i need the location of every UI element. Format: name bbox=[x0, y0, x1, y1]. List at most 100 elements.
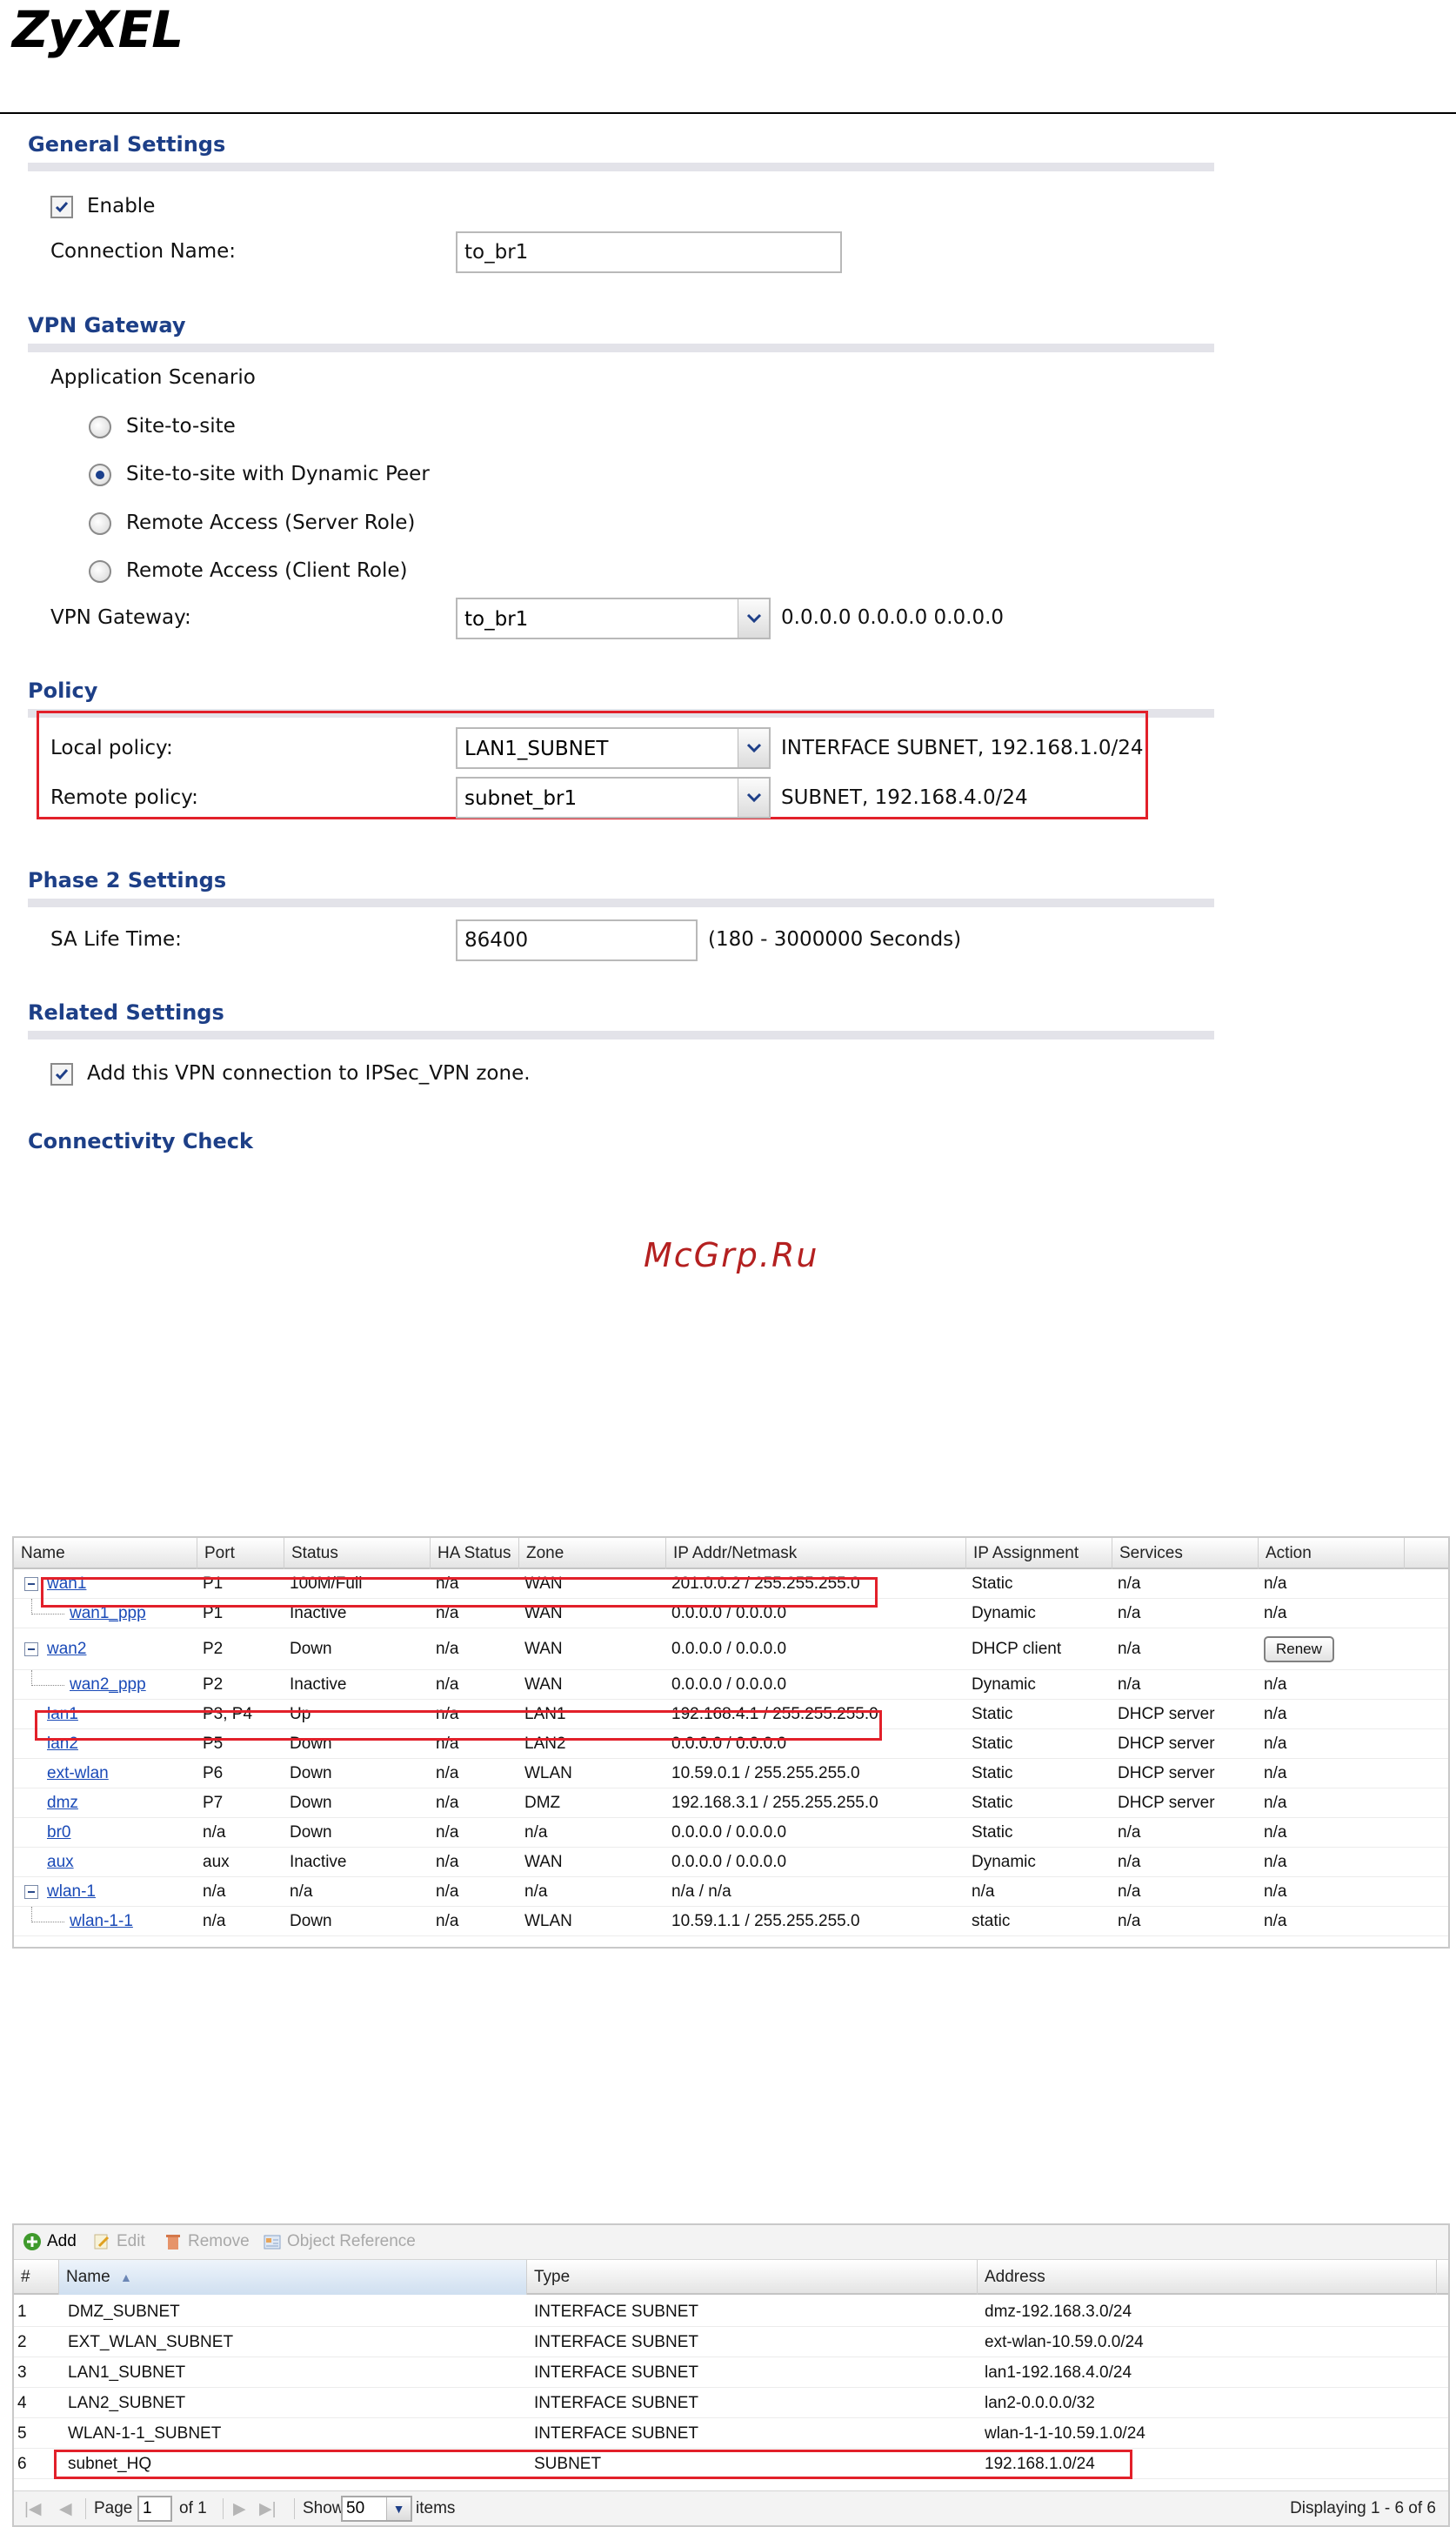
interface-table-header: Name Port Status HA Status Zone IP Addr/… bbox=[14, 1538, 1448, 1569]
collapse-icon[interactable] bbox=[24, 1885, 38, 1899]
object-toolbar: Add Edit Remove Object Reference bbox=[14, 2225, 1448, 2260]
next-page-icon[interactable]: ▶ bbox=[233, 2499, 246, 2519]
col-number[interactable]: # bbox=[14, 2260, 59, 2295]
enable-checkbox[interactable] bbox=[50, 196, 73, 218]
cell-port: n/a bbox=[203, 1912, 226, 1930]
renew-button[interactable]: Renew bbox=[1264, 1636, 1334, 1662]
scenario-radio-remote-client[interactable] bbox=[89, 560, 111, 583]
page-size-value: 50 bbox=[346, 2499, 365, 2517]
object-row[interactable]: 1 DMZ_SUBNET INTERFACE SUBNET dmz-192.168.3… bbox=[14, 2296, 1448, 2327]
col-address[interactable]: Address bbox=[978, 2260, 1437, 2295]
col-ha-status[interactable]: HA Status bbox=[431, 1538, 519, 1569]
cell-assign: Static bbox=[972, 1764, 1013, 1782]
add-button[interactable]: Add bbox=[23, 2232, 77, 2251]
interface-row-wan2[interactable]: wan2 P2 Down n/a WAN 0.0.0.0 / 0.0.0.0 DHCP cl… bbox=[14, 1628, 1448, 1670]
cell-address: dmz-192.168.3.0/24 bbox=[985, 2303, 1132, 2321]
cell-name: WLAN-1-1_SUBNET bbox=[68, 2424, 222, 2443]
vpn-gateway-label: VPN Gateway: bbox=[50, 606, 191, 629]
add-icon bbox=[23, 2233, 41, 2250]
interface-name-link[interactable]: dmz bbox=[47, 1794, 78, 1813]
object-row[interactable]: 3 LAN1_SUBNET INTERFACE SUBNET lan1-192.168… bbox=[14, 2357, 1448, 2388]
col-services[interactable]: Services bbox=[1112, 1538, 1259, 1569]
cell-services: n/a bbox=[1118, 1912, 1141, 1930]
cell-ha: n/a bbox=[436, 1912, 459, 1930]
scenario-radio-dynamic-peer[interactable] bbox=[89, 464, 111, 486]
cell-num: 2 bbox=[17, 2333, 27, 2351]
header-divider bbox=[0, 112, 1456, 114]
object-row[interactable]: 4 LAN2_SUBNET INTERFACE SUBNET lan2-0.0.0.0… bbox=[14, 2388, 1448, 2418]
interface-row-br0[interactable]: br0 n/a Down n/a n/a 0.0.0.0 / 0.0.0.0 Static n… bbox=[14, 1818, 1448, 1848]
col-name[interactable]: Name bbox=[14, 1538, 197, 1569]
vpn-gateway-select[interactable]: to_br1 bbox=[456, 598, 771, 639]
pager-separator bbox=[294, 2498, 295, 2519]
ipsec-zone-checkbox[interactable] bbox=[50, 1063, 73, 1086]
vpn-gateway-bar bbox=[28, 344, 1214, 352]
cell-port: P7 bbox=[203, 1794, 224, 1812]
sort-ascending-icon: ▲ bbox=[119, 2270, 132, 2284]
interface-row-ext-wlan[interactable]: ext-wlan P6 Down n/a WLAN 10.59.0.1 / 255.255… bbox=[14, 1759, 1448, 1788]
object-row[interactable]: 5 WLAN-1-1_SUBNET INTERFACE SUBNET wlan-1-1… bbox=[14, 2418, 1448, 2449]
interface-row-wan2_ppp[interactable]: wan2_ppp P2 Inactive n/a WAN 0.0.0.0 / 0.0.0.… bbox=[14, 1670, 1448, 1700]
col-type[interactable]: Type bbox=[527, 2260, 978, 2295]
collapse-icon[interactable] bbox=[24, 1642, 38, 1656]
col-status[interactable]: Status bbox=[284, 1538, 431, 1569]
first-page-icon[interactable]: |◀ bbox=[24, 2499, 42, 2519]
page-size-select[interactable]: 50 ▼ bbox=[341, 2496, 412, 2522]
cell-action: n/a bbox=[1264, 1823, 1287, 1842]
object-reference-button[interactable]: Object Reference bbox=[263, 2232, 416, 2251]
cell-ha: n/a bbox=[436, 1675, 459, 1694]
interface-name-link[interactable]: wan2_ppp bbox=[70, 1675, 146, 1695]
interface-name-link[interactable]: br0 bbox=[47, 1823, 70, 1842]
interface-row-dmz[interactable]: dmz P7 Down n/a DMZ 192.168.3.1 / 255.255.255… bbox=[14, 1788, 1448, 1818]
interface-row-aux[interactable]: aux aux Inactive n/a WAN 0.0.0.0 / 0.0.0.0 Dyn… bbox=[14, 1848, 1448, 1877]
cell-assign: static bbox=[972, 1912, 1011, 1930]
local-policy-select[interactable]: LAN1_SUBNET bbox=[456, 727, 771, 769]
cell-address: lan2-0.0.0.0/32 bbox=[985, 2394, 1095, 2412]
last-page-icon[interactable]: ▶| bbox=[259, 2499, 277, 2519]
interface-row-wlan-1[interactable]: wlan-1 n/a n/a n/a n/a n/a / n/a n/a n/a n/a bbox=[14, 1877, 1448, 1907]
col-ip[interactable]: IP Addr/Netmask bbox=[666, 1538, 966, 1569]
scenario-label-remote-client: Remote Access (Client Role) bbox=[126, 559, 408, 582]
chevron-down-icon[interactable] bbox=[738, 779, 769, 817]
scenario-radio-remote-server[interactable] bbox=[89, 512, 111, 535]
cell-zone: WLAN bbox=[524, 1912, 572, 1930]
col-object-name[interactable]: Name ▲ bbox=[59, 2260, 527, 2295]
interface-row-wlan-1-1[interactable]: wlan-1-1 n/a Down n/a WLAN 10.59.1.1 / 255.25… bbox=[14, 1907, 1448, 1936]
interface-name-link[interactable]: wlan-1 bbox=[47, 1882, 96, 1902]
interface-name-link[interactable]: ext-wlan bbox=[47, 1764, 109, 1783]
related-settings-bar bbox=[28, 1031, 1214, 1040]
cell-services: n/a bbox=[1118, 1640, 1141, 1658]
chevron-down-icon: ▼ bbox=[386, 2497, 411, 2520]
sa-life-time-input[interactable] bbox=[456, 919, 698, 961]
object-row[interactable]: 2 EXT_WLAN_SUBNET INTERFACE SUBNET ext-wlan… bbox=[14, 2327, 1448, 2357]
interface-name-link[interactable]: wan2 bbox=[47, 1640, 86, 1659]
collapse-icon[interactable] bbox=[24, 1577, 38, 1591]
cell-status: Down bbox=[290, 1823, 332, 1842]
remove-button[interactable]: Remove bbox=[164, 2232, 250, 2251]
col-port[interactable]: Port bbox=[197, 1538, 284, 1569]
chevron-down-icon[interactable] bbox=[738, 599, 769, 638]
cell-status: Down bbox=[290, 1794, 332, 1812]
vpn-gateway-title: VPN Gateway bbox=[28, 313, 186, 338]
cell-name: LAN1_SUBNET bbox=[68, 2363, 186, 2382]
previous-page-icon[interactable]: ◀ bbox=[59, 2499, 72, 2519]
cell-services: n/a bbox=[1118, 1823, 1141, 1842]
page-number-input[interactable]: 1 bbox=[137, 2496, 172, 2522]
col-zone[interactable]: Zone bbox=[519, 1538, 666, 1569]
chevron-down-icon[interactable] bbox=[738, 729, 769, 767]
cell-assign: Dynamic bbox=[972, 1675, 1036, 1694]
interface-name-link[interactable]: aux bbox=[47, 1853, 74, 1872]
cell-name: DMZ_SUBNET bbox=[68, 2303, 180, 2321]
interface-name-link[interactable]: wlan-1-1 bbox=[70, 1912, 133, 1931]
cell-status: Inactive bbox=[290, 1853, 347, 1871]
cell-services: n/a bbox=[1118, 1882, 1141, 1901]
scenario-radio-site-to-site[interactable] bbox=[89, 416, 111, 438]
connection-name-input[interactable] bbox=[456, 231, 842, 273]
enable-label: Enable bbox=[87, 195, 156, 217]
remote-policy-select[interactable]: subnet_br1 bbox=[456, 777, 771, 819]
col-ip-assignment[interactable]: IP Assignment bbox=[966, 1538, 1112, 1569]
col-action[interactable]: Action bbox=[1259, 1538, 1405, 1569]
cell-type: INTERFACE SUBNET bbox=[534, 2363, 698, 2382]
edit-button[interactable]: Edit bbox=[92, 2232, 145, 2251]
cell-ha: n/a bbox=[436, 1640, 459, 1658]
